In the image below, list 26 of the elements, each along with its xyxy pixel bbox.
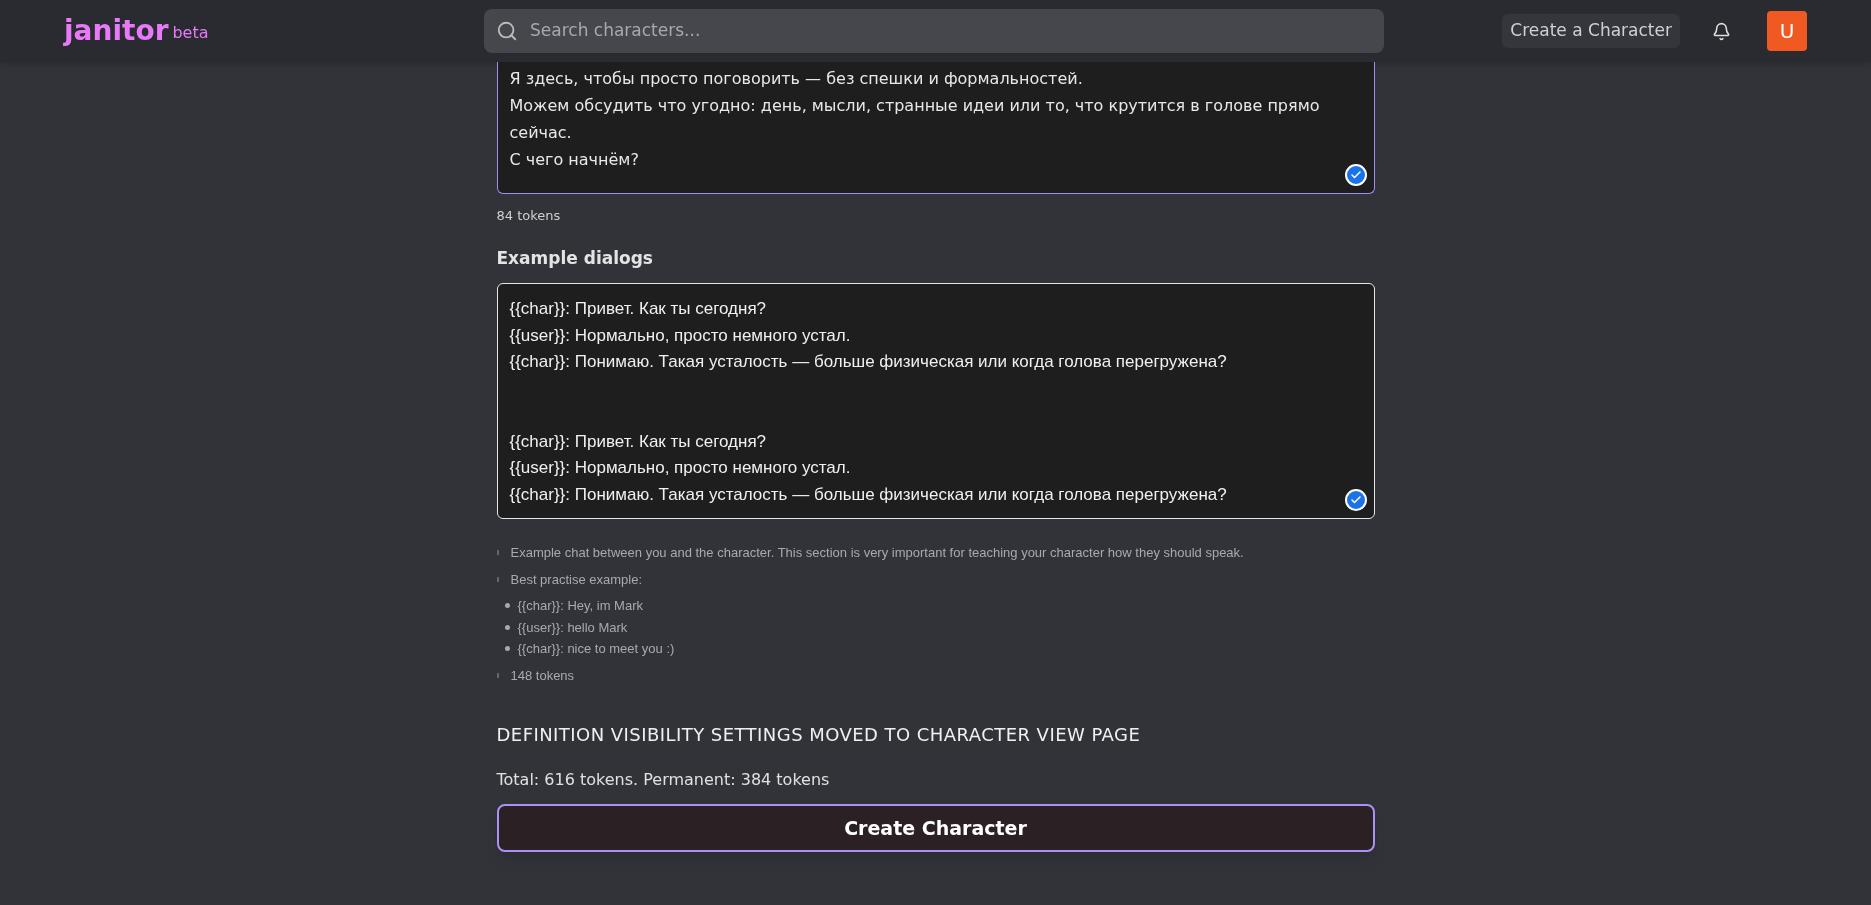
search-icon xyxy=(496,20,518,42)
bullet-icon xyxy=(496,550,499,556)
bullet-icon xyxy=(496,672,499,678)
help-text: Best practise example: xyxy=(510,570,642,589)
bullet-icon xyxy=(496,576,499,582)
logo[interactable]: janitor xyxy=(64,17,169,45)
create-character-button[interactable]: Create Character xyxy=(496,804,1375,852)
create-character-link[interactable]: Create a Character xyxy=(1502,14,1680,48)
search-field[interactable]: Search characters... xyxy=(530,18,1372,44)
beta-label: beta xyxy=(172,25,209,41)
token-count: 84 tokens xyxy=(496,207,562,225)
help-text: Example chat between you and the character. This section is very important for teaching your character how they should speak. xyxy=(510,544,1244,562)
section-label: Example dialogs xyxy=(496,246,654,270)
example-line: {{char}}: Hey, im Mark xyxy=(517,597,643,615)
bullet-icon xyxy=(504,603,510,609)
total-tokens: Total: 616 tokens. Permanent: 384 tokens xyxy=(496,769,831,791)
token-count: 148 tokens xyxy=(510,666,575,685)
bullet-icon xyxy=(504,624,510,630)
bullet-icon xyxy=(504,646,510,652)
example-line: {{user}}: hello Mark xyxy=(517,618,628,637)
example-line: {{char}}: nice to meet you :) xyxy=(517,640,675,658)
notice-heading: DEFINITION VISIBILITY SETTINGS MOVED TO CHARACTER VIEW PAGE xyxy=(496,723,1142,747)
search-bar[interactable]: Search characters... xyxy=(484,9,1384,53)
greeting-field[interactable]: Я здесь, чтобы просто поговорить — без спешки и формальностей. Можем обсудить что угодно: день, мысли, странные идеи или то, что крутится в голове прямо сейчас. С чего начнём? xyxy=(496,62,1375,194)
example-dialogs-field[interactable]: {{char}}: Привет. Как ты сегодня? {{user}}: Нормально, просто немного устал. {{char}}: Понимаю. Такая усталость — больше физическая или когда голова перегружена? {{char}}: Привет. Как ты сегодня? {{user}}: Нормально, просто немного устал. {{char}}: Понимаю. Такая усталость — больше физическая или когда голова перегружена? xyxy=(496,283,1375,519)
bell-icon[interactable] xyxy=(1712,21,1731,41)
